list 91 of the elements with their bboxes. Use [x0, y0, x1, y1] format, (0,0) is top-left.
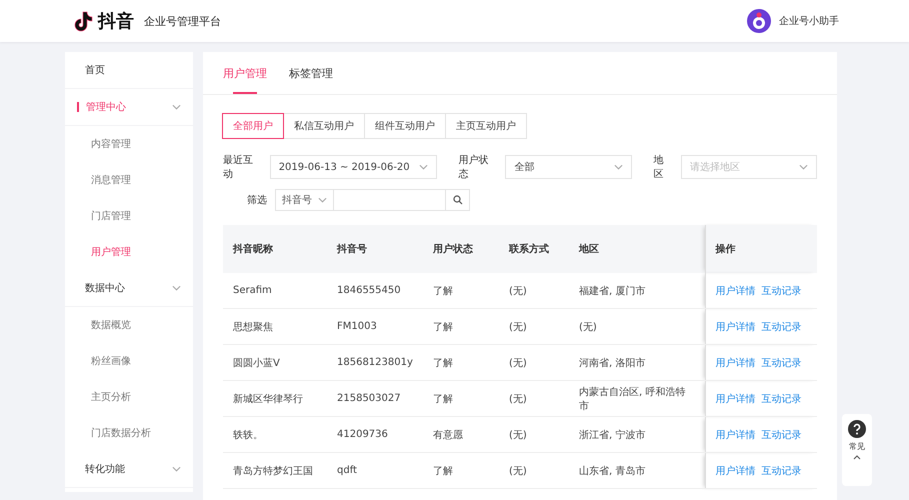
column-header: 用户状态	[423, 225, 499, 273]
table-cell: 新城区华律琴行	[223, 380, 327, 416]
nav-subitem[interactable]: 门店数据分析	[65, 415, 193, 451]
table-cell: 了解	[423, 273, 499, 308]
chevron-down-icon	[172, 104, 181, 110]
action-link[interactable]: 用户详情	[716, 466, 756, 476]
filter-label: 最近互动	[223, 154, 254, 181]
nav-group[interactable]: 转化功能	[65, 451, 193, 488]
assistant-label[interactable]: 企业号小助手	[779, 14, 839, 28]
column-header: 抖音昵称	[223, 225, 327, 273]
column-header: 操作	[705, 225, 817, 273]
nav-group[interactable]: 数据中心	[65, 270, 193, 307]
action-link[interactable]: 用户详情	[716, 322, 756, 332]
table-cell: 内蒙古自治区, 呼和浩特市	[569, 380, 705, 416]
table-cell: 圆圆小蓝V	[223, 344, 327, 380]
table-cell: 浙江省, 宁波市	[569, 416, 705, 452]
search-type-select[interactable]: 抖音号	[275, 189, 334, 211]
nav-subitem[interactable]: 粉丝画像	[65, 343, 193, 379]
table-cell: 1846555450	[327, 273, 423, 308]
table-cell: 青岛方特梦幻王国	[223, 452, 327, 488]
nav-subitem[interactable]: 用户管理	[65, 234, 193, 270]
table-cell: 了解	[423, 380, 499, 416]
table-cell: 有意愿	[423, 416, 499, 452]
logo-text: 抖音	[98, 10, 134, 33]
table-cell: (无)	[499, 273, 569, 308]
table-cell: 思想聚焦	[223, 308, 327, 344]
tab[interactable]: 用户管理	[223, 52, 267, 94]
chevron-down-icon	[318, 197, 327, 203]
table-cell: (无)	[569, 308, 705, 344]
select-field[interactable]: 全部	[505, 155, 632, 179]
table-cell: FM1003	[327, 308, 423, 344]
action-link[interactable]: 互动记录	[762, 466, 802, 476]
action-link[interactable]: 互动记录	[762, 322, 802, 332]
segment-button[interactable]: 组件互动用户	[364, 113, 446, 139]
help-label[interactable]: 常见	[849, 441, 865, 452]
table-cell: 了解	[423, 308, 499, 344]
nav-subitem[interactable]: 主页分析	[65, 379, 193, 415]
action-link[interactable]: 用户详情	[716, 358, 756, 368]
action-link[interactable]: 互动记录	[762, 394, 802, 404]
nav-subitem[interactable]: 数据概览	[65, 307, 193, 343]
action-link[interactable]: 用户详情	[716, 286, 756, 296]
segment-button[interactable]: 主页互动用户	[445, 113, 527, 139]
filter-label: 筛选	[247, 194, 267, 207]
segment-button[interactable]: 全部用户	[222, 113, 284, 139]
filter-label: 用户状态	[458, 154, 490, 181]
help-icon	[848, 420, 866, 438]
column-header: 抖音号	[327, 225, 423, 273]
tab[interactable]: 标签管理	[289, 52, 333, 94]
action-link[interactable]: 互动记录	[762, 430, 802, 440]
table-cell: 山东省, 青岛市	[569, 452, 705, 488]
nav-group[interactable]: 管理中心	[65, 89, 193, 126]
action-link[interactable]: 互动记录	[762, 286, 802, 296]
nav-item[interactable]: 首页	[65, 52, 193, 89]
table-cell: (无)	[499, 380, 569, 416]
chevron-down-icon	[614, 164, 623, 170]
table-cell: 河南省, 洛阳市	[569, 344, 705, 380]
table-cell: (无)	[499, 452, 569, 488]
table-cell: qdft	[327, 452, 423, 488]
table-cell: (无)	[499, 344, 569, 380]
table-cell: (无)	[499, 416, 569, 452]
chevron-down-icon	[418, 164, 428, 170]
nav-subitem[interactable]: 门店管理	[65, 198, 193, 234]
filter-label: 地区	[654, 154, 665, 181]
search-field[interactable]	[334, 189, 446, 211]
table-cell: 轶轶。	[223, 416, 327, 452]
table-cell: (无)	[499, 308, 569, 344]
action-link[interactable]: 用户详情	[716, 430, 756, 440]
chevron-down-icon	[172, 285, 181, 291]
column-header: 联系方式	[499, 225, 569, 273]
table-cell: Serafim	[223, 273, 327, 308]
note-logo-icon	[74, 10, 94, 32]
table-cell: 41209736	[327, 416, 423, 452]
table-cell: 18568123801y	[327, 344, 423, 380]
column-header: 地区	[569, 225, 705, 273]
action-link[interactable]: 互动记录	[762, 358, 802, 368]
chevron-down-icon	[172, 466, 181, 472]
assistant-avatar-icon	[747, 9, 771, 33]
action-link[interactable]: 用户详情	[716, 394, 756, 404]
table-cell: 福建省, 厦门市	[569, 273, 705, 308]
segment-button[interactable]: 私信互动用户	[283, 113, 365, 139]
table-cell: 了解	[423, 452, 499, 488]
caret-up-icon[interactable]	[853, 455, 861, 460]
nav-subitem[interactable]: 消息管理	[65, 162, 193, 198]
search-icon	[452, 195, 462, 205]
platform-title: 企业号管理平台	[144, 14, 221, 28]
table-cell: 了解	[423, 344, 499, 380]
search-button[interactable]	[446, 189, 470, 211]
nav-subitem[interactable]: 内容管理	[65, 126, 193, 162]
table-cell: 2158503027	[327, 380, 423, 416]
chevron-down-icon	[799, 164, 808, 170]
date-range-field[interactable]: 2019-06-13 ~ 2019-06-20	[270, 155, 437, 179]
